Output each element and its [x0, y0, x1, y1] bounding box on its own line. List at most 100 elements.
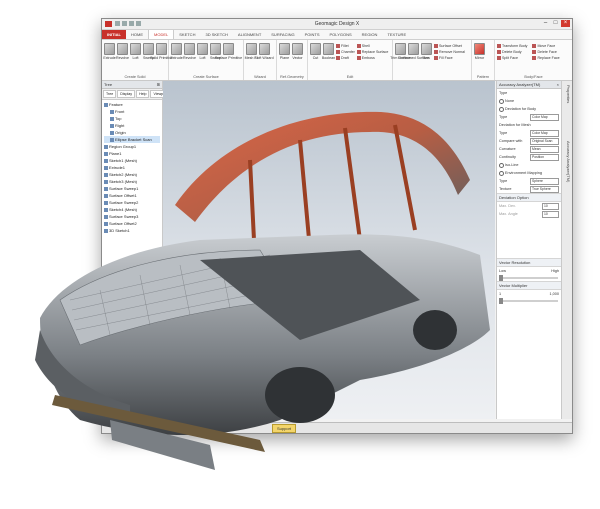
- edit-small-tools-b: Shell Replace Surface Emboss: [356, 43, 389, 61]
- env-mapping-option[interactable]: Environment Mapping: [497, 169, 561, 177]
- mirror-button[interactable]: Mirror: [474, 43, 485, 60]
- tree-item[interactable]: Surface Sweep3: [104, 213, 160, 220]
- tree-item[interactable]: Top: [104, 115, 160, 122]
- tab-properties[interactable]: Properties: [563, 85, 571, 103]
- cut-button[interactable]: Cut: [310, 43, 321, 61]
- solid-primitive-button[interactable]: Solid Primitive: [150, 43, 173, 60]
- tree-item[interactable]: Ellipse Bracket Scan: [104, 136, 160, 143]
- boolean-button[interactable]: Boolean: [322, 43, 335, 61]
- tab-alignment[interactable]: ALIGNMENT: [233, 30, 266, 39]
- mesh-icon: [110, 137, 114, 142]
- revolve-surface-button[interactable]: Revolve: [183, 43, 196, 60]
- radio-button[interactable]: [499, 162, 504, 168]
- type-option-none[interactable]: None: [497, 97, 561, 105]
- tab-accuracy-analyzer[interactable]: Accuracy Analyzer(TM): [563, 141, 571, 182]
- tree-item[interactable]: Extrude1: [104, 164, 160, 171]
- pin-icon[interactable]: ⊞: [157, 81, 160, 88]
- compare-with-select[interactable]: Original Scan: [530, 137, 559, 145]
- tree-item[interactable]: Feature: [104, 101, 160, 108]
- extrude-icon: [104, 165, 108, 170]
- window-controls: – □ ×: [541, 20, 570, 27]
- vector-resolution-slider[interactable]: [499, 275, 558, 281]
- tab-texture[interactable]: TEXTURE: [382, 30, 411, 39]
- tree-item[interactable]: Cube1: [104, 395, 146, 402]
- maximize-icon[interactable]: □: [551, 20, 560, 27]
- tree-item[interactable]: Right: [104, 122, 160, 129]
- extrude-surface-button[interactable]: Extrude: [170, 43, 183, 60]
- loft-solid-button[interactable]: Loft: [130, 43, 141, 60]
- tree-item[interactable]: Plane1: [104, 150, 160, 157]
- radio-button[interactable]: [499, 106, 504, 112]
- tree-item[interactable]: Sketch1 (Mesh): [104, 157, 160, 164]
- tab-tree[interactable]: Tree: [103, 90, 117, 98]
- type-option-body[interactable]: Deviation for Body: [497, 105, 561, 113]
- loft-wizard-button[interactable]: Loft Wizard: [255, 43, 274, 60]
- fillet-icon: [336, 44, 340, 48]
- tree-item[interactable]: Origin: [104, 129, 160, 136]
- tree-item[interactable]: Solid Bodies: [104, 388, 146, 395]
- type-select[interactable]: Color Map: [530, 129, 559, 137]
- tab-points[interactable]: POINTS: [300, 30, 325, 39]
- radio-button[interactable]: [499, 170, 504, 176]
- 3d-viewport[interactable]: [163, 81, 495, 419]
- fill-face-button[interactable]: Fill Face: [434, 55, 465, 61]
- body-face-tools-a: Transform Body Delete Body Split Face: [497, 43, 527, 61]
- tab-sketch[interactable]: SKETCH: [174, 30, 200, 39]
- tree-item[interactable]: Surface Sweep1: [104, 185, 160, 192]
- tree-item[interactable]: Sketch3 (Mesh): [104, 178, 160, 185]
- group-edit: Cut Boolean Fillet Chamfer Draft Shell R…: [308, 40, 393, 80]
- texture-select[interactable]: True Sphere: [530, 185, 559, 193]
- tree-item[interactable]: 3D Sketch1: [104, 227, 160, 234]
- max-angle-input[interactable]: 10: [542, 210, 559, 218]
- close-icon[interactable]: ×: [561, 20, 570, 27]
- replace-face-button[interactable]: Replace Face: [532, 55, 560, 61]
- vector-multiplier-slider[interactable]: [499, 298, 558, 304]
- prop-row: Texture True Sphere: [497, 185, 561, 193]
- sew-button[interactable]: Sew: [421, 43, 432, 61]
- tab-model[interactable]: MODEL: [148, 30, 175, 39]
- vector-button[interactable]: Vector: [292, 43, 303, 60]
- tree-item[interactable]: Surface Sweep2: [104, 199, 160, 206]
- close-icon[interactable]: ×: [557, 81, 559, 88]
- max-dev-input[interactable]: 10: [542, 202, 559, 210]
- solid-primitive-icon: [156, 43, 167, 55]
- loft-wizard-icon: [259, 43, 270, 55]
- tree-item[interactable]: Ellipse Bracket Scan: [104, 381, 146, 388]
- surface-primitive-button[interactable]: Surface Primitive: [215, 43, 242, 60]
- loft-surface-button[interactable]: Loft: [197, 43, 208, 60]
- emboss-button[interactable]: Emboss: [356, 55, 389, 61]
- tree-item[interactable]: Front: [104, 108, 160, 115]
- mirror-icon: [474, 43, 485, 55]
- shell-icon: [356, 44, 361, 48]
- untrimmed-surface-button[interactable]: Untrimmed Surface: [398, 43, 429, 61]
- tab-initial[interactable]: INITIAL: [102, 30, 126, 39]
- continuity-select[interactable]: Position: [530, 153, 559, 161]
- iso-line-option[interactable]: Iso-Line: [497, 161, 561, 169]
- tree-item[interactable]: Surface Offset2: [104, 220, 160, 227]
- tab-surfacing[interactable]: SURFACING: [266, 30, 299, 39]
- tab-help[interactable]: Help: [136, 90, 150, 98]
- split-face-button[interactable]: Split Face: [497, 55, 527, 61]
- revolve-solid-button[interactable]: Revolve: [116, 43, 129, 60]
- origin-icon: [110, 130, 114, 135]
- extrude-solid-button[interactable]: Extrude: [103, 43, 116, 60]
- curvature-select[interactable]: Mean: [530, 145, 559, 153]
- tree-item[interactable]: Region Group1: [104, 143, 160, 150]
- tree-item[interactable]: Sketch4 (Mesh): [104, 206, 160, 213]
- draft-button[interactable]: Draft: [336, 55, 355, 61]
- tab-display[interactable]: Display: [117, 90, 136, 98]
- minimize-icon[interactable]: –: [541, 20, 550, 27]
- env-type-select[interactable]: Sphere: [530, 177, 559, 185]
- tab-3d-sketch[interactable]: 3D SKETCH: [200, 30, 232, 39]
- tree-item[interactable]: Surface Offset1: [104, 192, 160, 199]
- boolean-icon: [323, 43, 334, 55]
- plane-button[interactable]: Plane: [279, 43, 290, 60]
- vector-resolution-labels: Low High: [499, 269, 559, 273]
- tree-item[interactable]: Sketch2 (Mesh): [104, 171, 160, 178]
- tab-polygons[interactable]: POLYGONS: [325, 30, 357, 39]
- tab-home[interactable]: HOME: [126, 30, 148, 39]
- tab-region[interactable]: REGION: [357, 30, 383, 39]
- radio-button[interactable]: [499, 98, 504, 104]
- split-face-icon: [497, 56, 501, 60]
- type-select[interactable]: Color Map: [530, 113, 559, 121]
